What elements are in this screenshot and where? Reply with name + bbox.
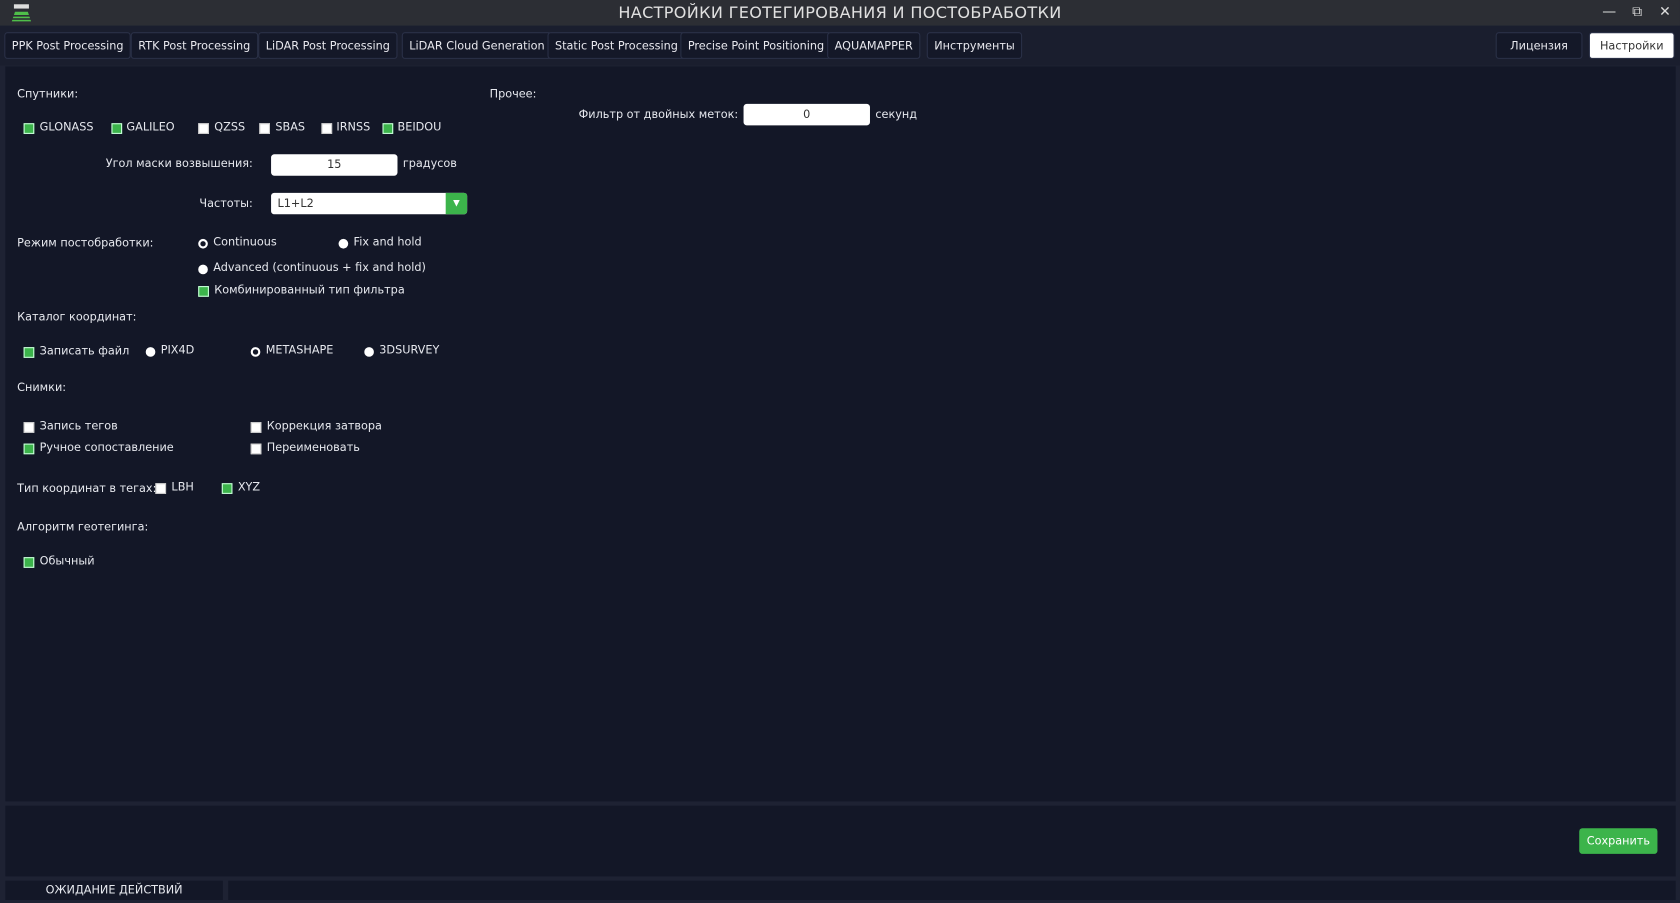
elevation-unit: градусов — [402, 157, 457, 171]
frequencies-value: L1+L2 — [277, 197, 314, 210]
satellites-label: Спутники: — [17, 87, 79, 101]
tab-tools[interactable]: Инструменты — [926, 32, 1023, 59]
3dsurvey-radio[interactable] — [364, 347, 374, 357]
galileo-checkbox[interactable] — [111, 123, 123, 134]
elevation-input[interactable]: 15 — [271, 154, 398, 176]
combined-filter-checkbox[interactable] — [198, 286, 209, 297]
tab-ppk[interactable]: PPK Post Processing — [4, 32, 131, 59]
double-filter-label: Фильтр от двойных меток: — [578, 108, 739, 122]
pix4d-radio[interactable] — [145, 347, 156, 357]
chevron-down-icon[interactable]: ▼ — [445, 192, 468, 215]
galileo-label: GALILEO — [126, 121, 175, 134]
elevation-label: Угол маски возвышения: — [105, 157, 253, 171]
3dsurvey-label: 3DSURVEY — [379, 343, 440, 357]
frequencies-select[interactable]: L1+L2 ▼ — [271, 192, 468, 215]
irnss-label: IRNSS — [336, 121, 371, 134]
rename-checkbox[interactable] — [250, 443, 262, 455]
continuous-label: Continuous — [213, 235, 277, 249]
pix4d-label: PIX4D — [160, 343, 195, 357]
catalog-label: Каталог координат: — [17, 310, 137, 324]
normal-label: Обычный — [39, 554, 95, 568]
metashape-radio[interactable] — [250, 347, 261, 357]
rename-label: Переименовать — [266, 441, 360, 455]
tag-write-checkbox[interactable] — [23, 422, 35, 433]
title-bar: НАСТРОЙКИ ГЕОТЕГИРОВАНИЯ И ПОСТОБРАБОТКИ… — [0, 0, 1680, 26]
status-bar — [228, 880, 1676, 900]
tag-write-label: Запись тегов — [39, 419, 118, 433]
images-label: Снимки: — [17, 381, 67, 395]
qzss-label: QZSS — [214, 121, 246, 134]
qzss-checkbox[interactable] — [198, 123, 209, 134]
other-label: Прочее: — [489, 87, 537, 101]
tab-lidar-post[interactable]: LiDAR Post Processing — [258, 32, 398, 59]
manual-match-label: Ручное сопоставление — [39, 441, 174, 455]
beidou-checkbox[interactable] — [382, 123, 394, 134]
write-file-checkbox[interactable] — [23, 347, 35, 358]
tab-settings[interactable]: Настройки — [1588, 32, 1675, 59]
shutter-checkbox[interactable] — [250, 422, 262, 433]
tab-static[interactable]: Static Post Processing — [547, 32, 686, 59]
algorithm-label: Алгоритм геотегинга: — [17, 520, 149, 534]
advanced-label: Advanced (continuous + fix and hold) — [213, 261, 426, 275]
frequencies-label: Частоты: — [199, 197, 253, 210]
shutter-label: Коррекция затвора — [266, 419, 382, 433]
advanced-radio[interactable] — [198, 264, 208, 275]
write-file-label: Записать файл — [39, 344, 130, 358]
window-title: НАСТРОЙКИ ГЕОТЕГИРОВАНИЯ И ПОСТОБРАБОТКИ — [618, 3, 1062, 23]
fix-hold-label: Fix and hold — [353, 235, 422, 249]
xyz-label: XYZ — [237, 481, 261, 494]
lbh-checkbox[interactable] — [155, 483, 167, 494]
double-filter-unit: секунд — [875, 108, 918, 122]
tab-license[interactable]: Лицензия — [1495, 32, 1583, 59]
metashape-label: METASHAPE — [265, 343, 334, 357]
glonass-label: GLONASS — [39, 121, 94, 134]
close-icon[interactable]: ✕ — [1656, 4, 1673, 21]
tab-lidar-cloud[interactable]: LiDAR Cloud Generation — [401, 32, 553, 59]
continuous-radio[interactable] — [198, 238, 208, 249]
beidou-label: BEIDOU — [397, 121, 442, 134]
irnss-checkbox[interactable] — [321, 123, 333, 134]
tab-rtk[interactable]: RTK Post Processing — [130, 32, 258, 59]
glonass-checkbox[interactable] — [23, 123, 35, 134]
coord-type-label: Тип координат в тегах: — [17, 482, 157, 495]
manual-match-checkbox[interactable] — [23, 443, 35, 455]
restore-icon[interactable]: ⧉ — [1629, 4, 1646, 21]
save-button[interactable]: Сохранить — [1579, 828, 1658, 854]
sbas-label: SBAS — [275, 121, 306, 134]
normal-checkbox[interactable] — [23, 557, 35, 568]
double-filter-input[interactable]: 0 — [743, 103, 870, 126]
status-text: ОЖИДАНИЕ ДЕЙСТВИЙ — [5, 880, 223, 900]
fix-hold-radio[interactable] — [338, 238, 349, 249]
sbas-checkbox[interactable] — [259, 123, 270, 134]
xyz-checkbox[interactable] — [221, 483, 233, 494]
combined-filter-label: Комбинированный тип фильтра — [214, 283, 405, 297]
settings-panel — [5, 66, 1676, 802]
tab-ppp[interactable]: Precise Point Positioning — [680, 32, 832, 59]
footer-panel — [5, 805, 1676, 877]
tab-aquamapper[interactable]: AQUAMAPPER — [827, 32, 921, 59]
lbh-label: LBH — [171, 481, 194, 494]
mode-label: Режим постобработки: — [17, 236, 154, 250]
minimize-icon[interactable]: — — [1601, 4, 1618, 21]
